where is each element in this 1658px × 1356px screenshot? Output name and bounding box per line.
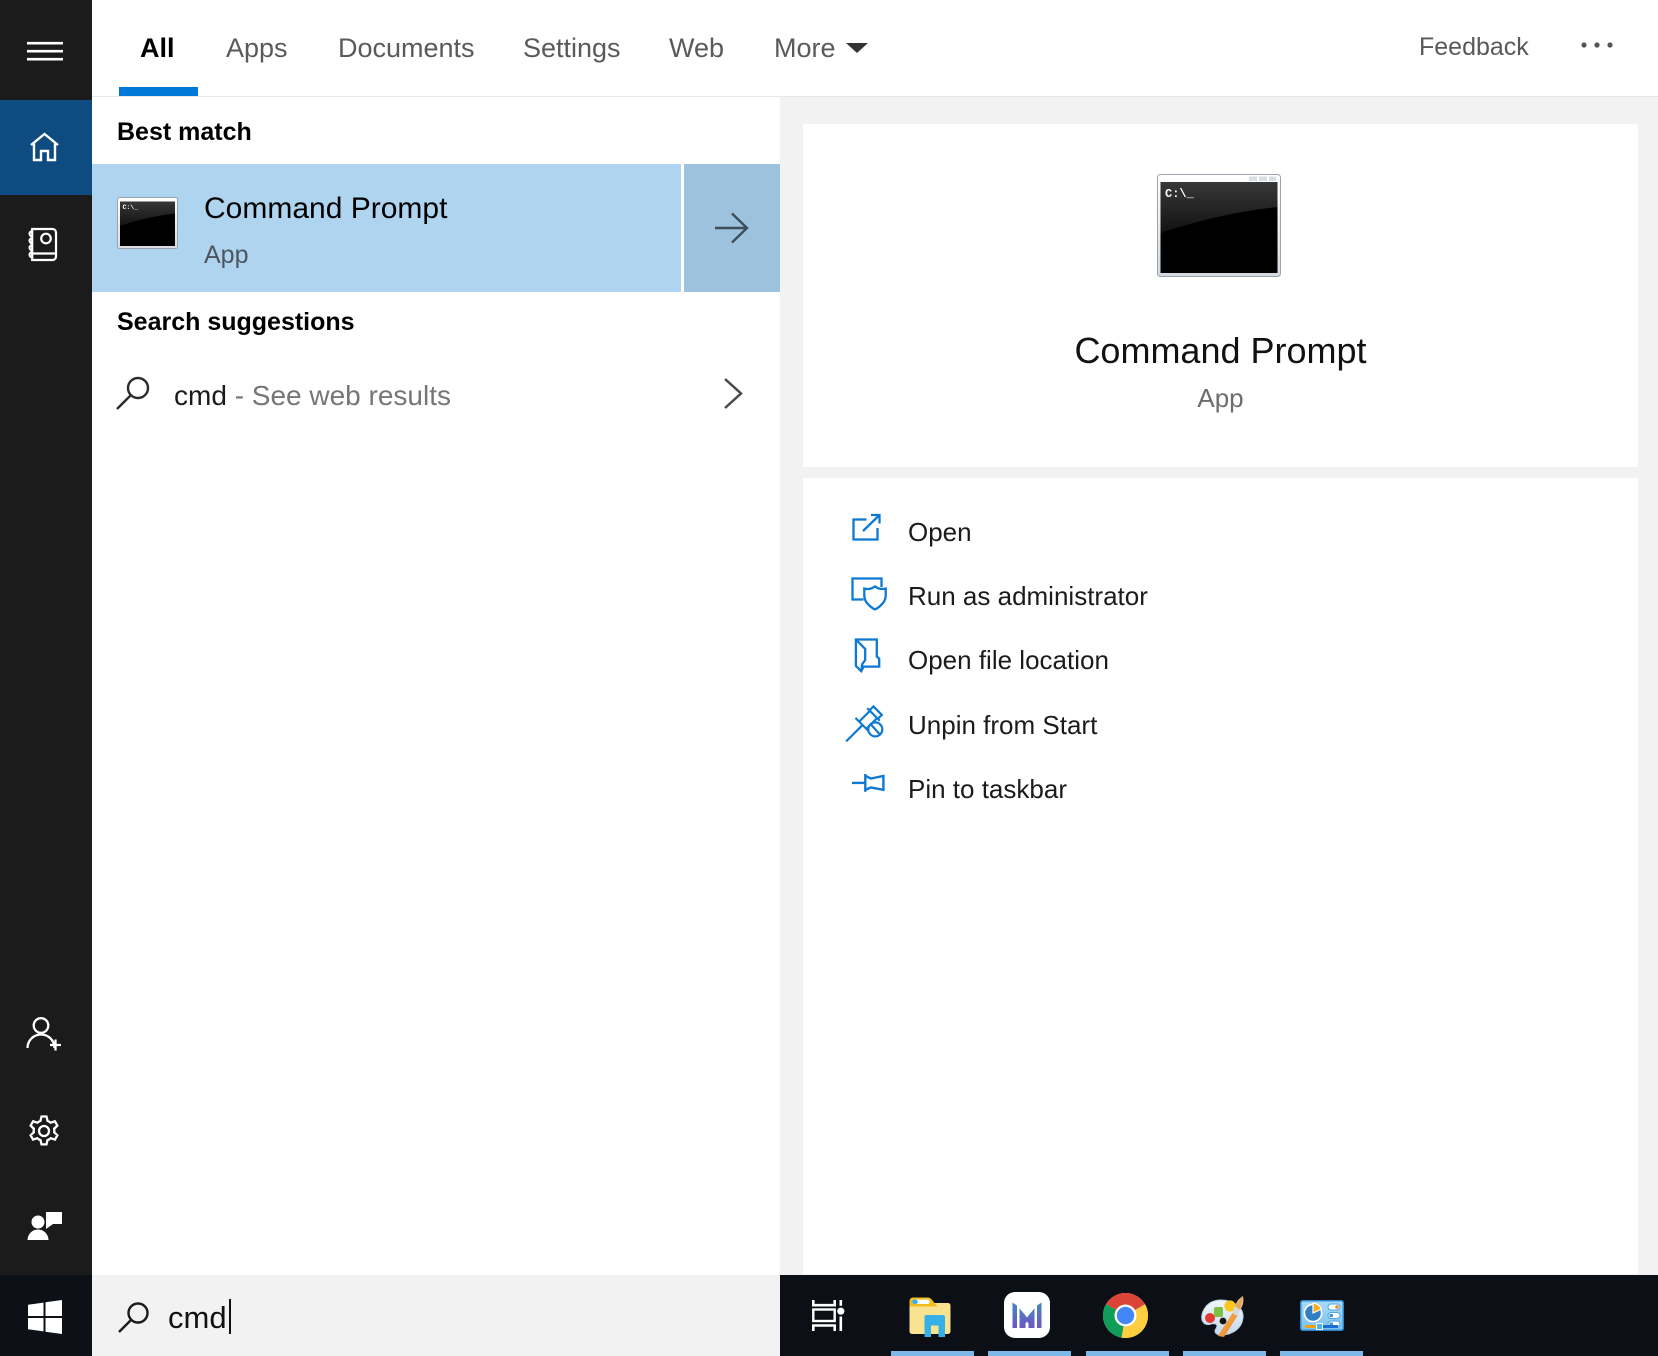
svg-text:C:\_: C:\_ (123, 204, 139, 211)
svg-text:C:\_: C:\_ (1165, 187, 1195, 201)
